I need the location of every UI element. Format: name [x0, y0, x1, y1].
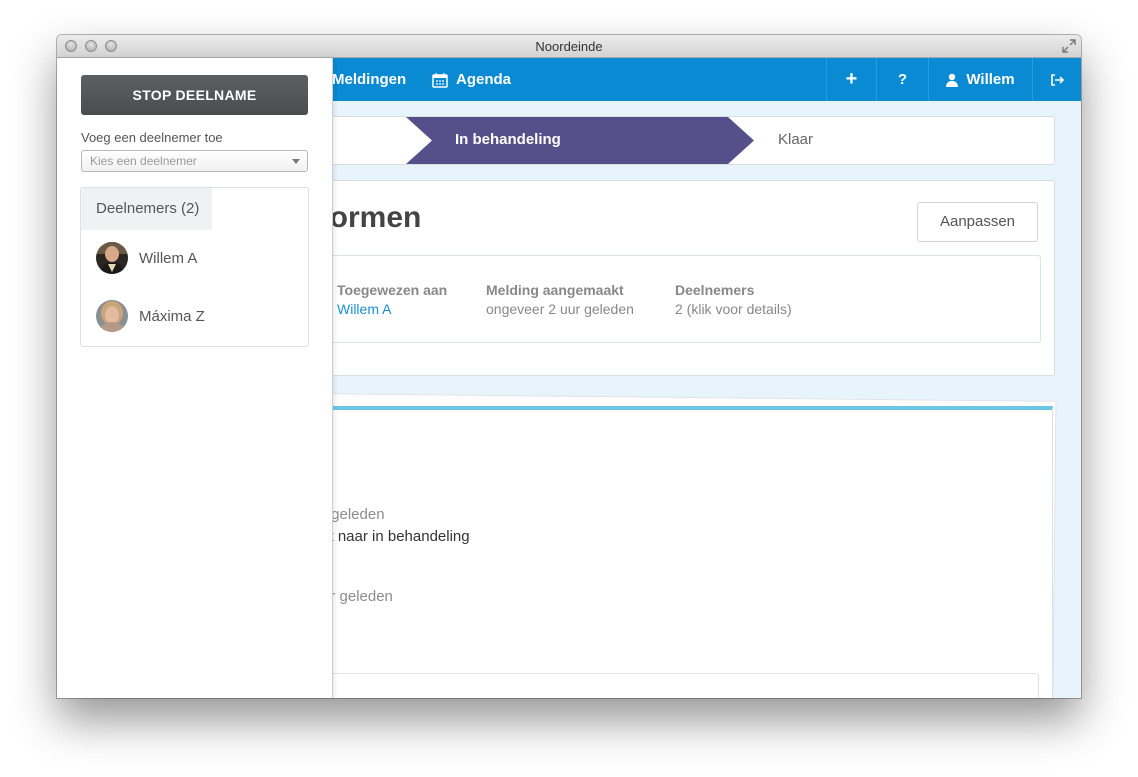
report-card: vormen Aanpassen Toegewezen aan Willem A… [297, 180, 1055, 376]
user-icon [946, 73, 959, 87]
meta-participants[interactable]: Deelnemers 2 (klik voor details) [675, 282, 792, 317]
step-in-behandeling[interactable]: In behandeling [455, 131, 561, 148]
logout-button[interactable] [1032, 58, 1081, 101]
user-name: Willem [966, 71, 1015, 88]
edit-button[interactable]: Aanpassen [917, 202, 1038, 242]
add-participant-label: Voeg een deelnemer toe [81, 130, 223, 145]
avatar [96, 300, 128, 332]
participants-sidebar: STOP DEELNAME Voeg een deelnemer toe Kie… [57, 58, 333, 698]
nav-meldingen[interactable]: Meldingen [332, 58, 406, 101]
stop-participation-button[interactable]: STOP DEELNAME [81, 75, 308, 115]
participant-name: Máxima Z [139, 307, 205, 325]
add-button[interactable]: + [826, 58, 876, 101]
status-steps: In behandeling Klaar [297, 116, 1055, 165]
nav-agenda-label: Agenda [456, 71, 512, 88]
logout-icon [1051, 73, 1064, 86]
participant-item[interactable]: Willem A [96, 242, 197, 274]
help-button[interactable]: ? [876, 58, 928, 101]
window-title: Noordeinde [535, 39, 603, 54]
participant-select-placeholder: Kies een deelnemer [90, 154, 197, 168]
avatar [96, 242, 128, 274]
activity-feed: r geleden st naar in behandeling ur gele… [297, 406, 1053, 698]
calendar-icon [432, 72, 448, 88]
meta-assigned-label: Toegewezen aan [337, 282, 448, 298]
meta-created-label: Melding aangemaakt [486, 282, 624, 298]
feed-entry-text: st naar in behandeling [322, 528, 470, 545]
meta-created-value: ongeveer 2 uur geleden [486, 301, 634, 317]
meta-participants-value[interactable]: 2 (klik voor details) [675, 301, 792, 317]
user-menu[interactable]: Willem [928, 58, 1032, 101]
meta-assigned: Toegewezen aan Willem A [337, 282, 447, 317]
participant-name: Willem A [139, 249, 198, 267]
participants-tab[interactable]: Deelnemers (2) [81, 188, 212, 230]
comment-input[interactable] [313, 673, 1039, 698]
nav-agenda[interactable]: Agenda [432, 58, 511, 101]
meta-assigned-link[interactable]: Willem A [337, 301, 447, 317]
app-window: Noordeinde Meldingen Agenda + ? Willem I… [57, 35, 1081, 698]
participant-select[interactable]: Kies een deelnemer [81, 150, 308, 172]
caret-down-icon [292, 159, 300, 164]
meta-participants-label: Deelnemers [675, 282, 755, 298]
step-klaar[interactable]: Klaar [778, 131, 813, 148]
participant-item[interactable]: Máxima Z [96, 300, 205, 332]
report-meta: Toegewezen aan Willem A Melding aangemaa… [313, 255, 1041, 343]
fullscreen-icon[interactable] [1062, 39, 1076, 53]
participants-panel: Deelnemers (2) Willem A Máxima Z [80, 187, 309, 347]
window-titlebar: Noordeinde [57, 35, 1081, 58]
meta-created: Melding aangemaakt ongeveer 2 uur gelede… [486, 282, 634, 317]
